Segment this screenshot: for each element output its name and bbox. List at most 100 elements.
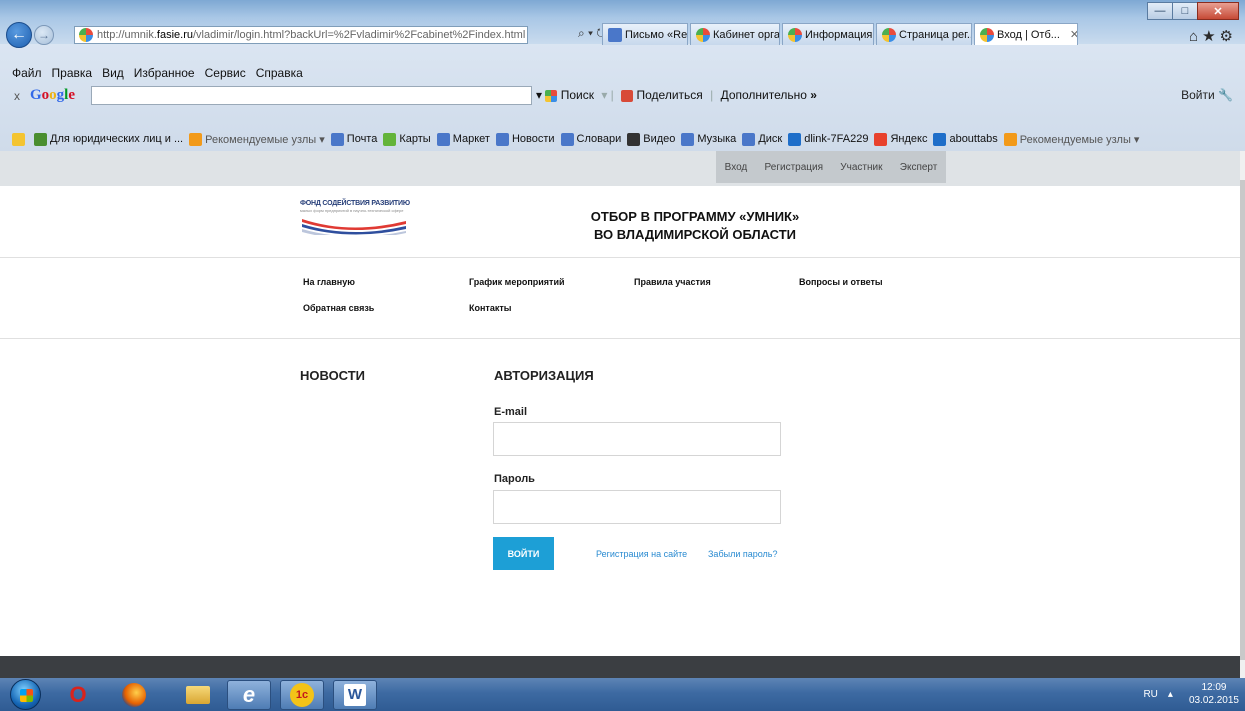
browser-chrome: — □ ✕ ← → http://umnik. fasie.ru/vladimir… <box>0 0 1245 151</box>
tab-mail[interactable]: Письмо «Re: ... <box>602 23 688 45</box>
scrollbar-thumb[interactable] <box>1240 180 1245 660</box>
nav-register[interactable]: Регистрация <box>765 162 823 173</box>
menu-help[interactable]: Справка <box>256 66 303 80</box>
fav-item[interactable]: Почта <box>330 132 377 146</box>
email-label: E-mail <box>494 406 528 418</box>
fav-label: Новости <box>511 133 555 145</box>
fav-item[interactable]: Диск <box>742 132 782 146</box>
close-toolbar-icon[interactable]: x <box>14 89 20 103</box>
news-icon <box>495 132 509 146</box>
fav-item[interactable]: Для юридических лиц и ... <box>34 132 183 146</box>
tab-registration-page[interactable]: Страница рег... <box>876 23 972 45</box>
close-icon[interactable]: ✕ <box>1197 2 1239 20</box>
nav-participant[interactable]: Участник <box>840 162 882 173</box>
google-share-button[interactable]: Поделиться <box>637 88 703 102</box>
internet-explorer-icon[interactable]: e <box>227 680 271 710</box>
nav-schedule[interactable]: График мероприятий <box>469 277 565 287</box>
file-explorer-icon[interactable] <box>176 680 220 710</box>
site-title-line2: ВО ВЛАДИМИРСКОЙ ОБЛАСТИ <box>593 227 797 242</box>
maximize-icon[interactable]: □ <box>1172 2 1198 20</box>
fav-item[interactable]: abouttabs <box>933 132 998 146</box>
menu-tools[interactable]: Сервис <box>205 66 246 80</box>
fav-item[interactable]: Музыка <box>681 132 736 146</box>
bookmark-icon <box>1003 132 1017 146</box>
windows-logo-icon <box>20 689 33 702</box>
clock-date: 03.02.2015 <box>1188 695 1239 706</box>
google-search-input[interactable] <box>91 86 532 105</box>
fav-item[interactable]: Новости <box>495 132 555 146</box>
register-link[interactable]: Регистрация на сайте <box>596 549 687 559</box>
language-indicator[interactable]: RU <box>1143 689 1157 700</box>
logo-swoosh-icon <box>302 219 406 235</box>
tab-cabinet[interactable]: Кабинет орга... <box>690 23 780 45</box>
fav-item[interactable]: Рекомендуемые узлы ▾ <box>189 132 325 146</box>
fav-item[interactable]: dlink-7FA229 <box>788 132 868 146</box>
clock[interactable]: 12:09 03.02.2015 <box>1189 681 1239 707</box>
home-star-gear-icons[interactable]: ⌂★⚙ <box>1189 27 1237 45</box>
ie-icon <box>933 132 947 146</box>
menu-file[interactable]: Файл <box>12 66 42 80</box>
google-toolbar: x Google ▾ Поиск ▾ | Поделиться | Дополн… <box>0 85 1245 109</box>
nav-feedback[interactable]: Обратная связь <box>303 303 374 313</box>
word-icon[interactable]: W <box>333 680 377 710</box>
firefox-icon[interactable] <box>112 680 156 710</box>
address-bar[interactable]: http://umnik. fasie.ru/vladimir/login.htm… <box>74 26 528 44</box>
nav-contacts[interactable]: Контакты <box>469 303 511 313</box>
close-tab-icon[interactable]: ✕ <box>1070 28 1077 41</box>
dictionary-icon <box>560 132 574 146</box>
fav-item[interactable]: Карты <box>383 132 431 146</box>
fav-label: Видео <box>643 133 676 145</box>
tray-arrow-icon[interactable]: ▴ <box>1168 689 1173 700</box>
nav-expert[interactable]: Эксперт <box>900 162 938 173</box>
opera-icon[interactable]: O <box>56 680 100 710</box>
more-chevron-icon: » <box>806 88 817 102</box>
login-button[interactable]: войти <box>493 537 554 570</box>
password-label: Пароль <box>494 473 535 485</box>
start-button[interactable] <box>10 679 41 710</box>
disk-icon <box>742 132 756 146</box>
nav-home[interactable]: На главную <box>303 277 355 287</box>
fav-item[interactable]: Видео <box>627 132 676 146</box>
tab-label: Кабинет орга... <box>713 28 780 41</box>
password-field[interactable] <box>493 490 781 524</box>
nav-faq[interactable]: Вопросы и ответы <box>799 277 883 287</box>
music-icon <box>681 132 695 146</box>
fav-item[interactable]: Яндекс <box>874 132 927 146</box>
google-login[interactable]: Войти 🔧 <box>1181 88 1233 102</box>
page-top-strip <box>0 151 1240 186</box>
divider <box>0 257 1240 258</box>
nav-login[interactable]: Вход <box>725 162 748 173</box>
fav-item[interactable]: Словари <box>560 132 621 146</box>
logo-subtitle: малых форм предприятий в научно-техничес… <box>300 208 404 213</box>
google-more-button[interactable]: Дополнительно <box>721 88 807 102</box>
divider <box>0 338 1240 339</box>
fav-label: Маркет <box>452 133 490 145</box>
windows-taskbar: O e 1с W RU ▴ 12:09 03.02.2015 <box>0 678 1245 711</box>
url-domain: fasie.ru <box>156 29 193 41</box>
fav-item[interactable]: Маркет <box>436 132 490 146</box>
clock-time: 12:09 <box>1201 682 1227 693</box>
dropdown-arrow-icon[interactable]: ▾ <box>536 88 542 102</box>
menu-favorites[interactable]: Избранное <box>134 66 195 80</box>
nav-rules[interactable]: Правила участия <box>634 277 711 287</box>
forgot-password-link[interactable]: Забыли пароль? <box>708 549 777 559</box>
ie-icon <box>788 132 802 146</box>
1c-icon[interactable]: 1с <box>280 680 324 710</box>
fav-item[interactable]: Рекомендуемые узлы ▾ <box>1003 132 1139 146</box>
separator: | <box>710 88 714 102</box>
tab-info[interactable]: Информация ... <box>782 23 874 45</box>
tab-strip: Письмо «Re: ... Кабинет орга... Информац… <box>602 22 1080 46</box>
menu-view[interactable]: Вид <box>102 66 124 80</box>
fund-logo[interactable]: ФОНД СОДЕЙСТВИЯ РАЗВИТИЮ малых форм пред… <box>300 200 410 240</box>
favorites-star-icon[interactable] <box>12 132 28 146</box>
back-button[interactable]: ← <box>6 22 32 48</box>
google-search-button[interactable]: Поиск <box>561 88 594 102</box>
window-controls: — □ ✕ <box>1147 2 1239 20</box>
forward-button[interactable]: → <box>34 25 54 45</box>
tab-login-active[interactable]: Вход | Отб... ✕ <box>974 23 1078 45</box>
email-field[interactable] <box>493 422 781 456</box>
bookmark-icon <box>189 132 203 146</box>
menu-edit[interactable]: Правка <box>52 66 93 80</box>
minimize-icon[interactable]: — <box>1147 2 1173 20</box>
fav-label: Рекомендуемые узлы ▾ <box>205 133 325 146</box>
